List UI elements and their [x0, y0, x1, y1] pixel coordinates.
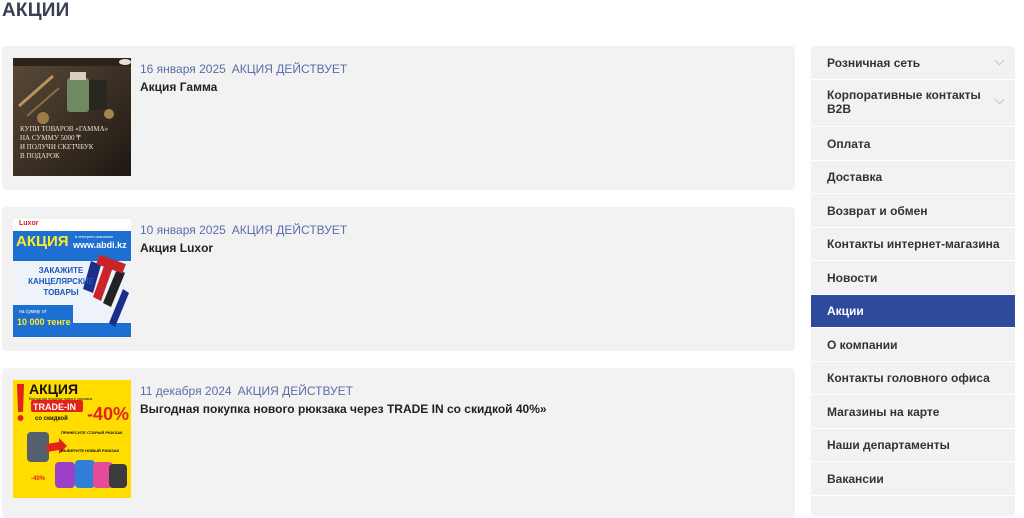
sidebar-item-label: Наши департаменты: [827, 438, 950, 452]
sidebar-item-departments[interactable]: Наши департаменты: [811, 429, 1015, 462]
luxor-site: www.abdi.kz: [73, 240, 127, 250]
backpack-badge: АКЦИЯ: [29, 381, 79, 397]
sidebar-item-delivery[interactable]: Доставка: [811, 161, 1015, 194]
backpack-discount: -40%: [87, 404, 130, 424]
sidebar-item-label: О компании: [827, 338, 898, 352]
news-item: АКЦИЯ Выгодная покупка нового рюкзака TR…: [2, 368, 795, 518]
news-date: 10 января 2025: [140, 223, 226, 237]
news-status: АКЦИЯ ДЕЙСТВУЕТ: [231, 223, 348, 237]
sidebar-item-label: Возврат и обмен: [827, 204, 928, 218]
sidebar-item-head-office[interactable]: Контакты головного офиса: [811, 362, 1015, 395]
sidebar-item-label: Оплата: [827, 137, 871, 151]
sidebar-item-vacancies[interactable]: Вакансии: [811, 462, 1015, 496]
gamma-image-line: НА СУММУ 5000 ₸: [20, 134, 81, 142]
news-status: АКЦИЯ ДЕЙСТВУЕТ: [231, 62, 348, 76]
luxor-cta-line: ТОВАРЫ: [43, 288, 79, 297]
sidebar-item-returns[interactable]: Возврат и обмен: [811, 194, 1015, 228]
news-title[interactable]: Выгодная покупка нового рюкзака через TR…: [140, 402, 547, 416]
news-meta: 11 декабря 2024 АКЦИЯ ДЕЙСТВУЕТ: [140, 384, 353, 398]
sidebar-item-label: Вакансии: [827, 472, 884, 486]
sidebar-item-label: Корпоративные контакты B2B: [827, 88, 981, 116]
gamma-image-line: КУПИ ТОВАРОВ «ГАММА»: [20, 125, 109, 133]
luxor-sum: 10 000 тенге: [17, 317, 71, 327]
news-thumbnail-luxor[interactable]: Luxor АКЦИЯ в интернет-магазине www.abdi…: [13, 219, 131, 337]
backpack-subtitle: Выгодная покупка нового рюкзака: [29, 396, 93, 401]
sidebar-item-promotions[interactable]: Акции: [811, 295, 1015, 328]
news-item: Luxor АКЦИЯ в интернет-магазине www.abdi…: [2, 207, 795, 351]
gamma-image-line: В ПОДАРОК: [20, 152, 60, 160]
chevron-down-icon[interactable]: [994, 55, 1005, 66]
sidebar-item-about[interactable]: О компании: [811, 328, 1015, 362]
chevron-down-icon[interactable]: [994, 94, 1005, 105]
news-title[interactable]: Акция Luxor: [140, 241, 213, 255]
sidebar-item-payment[interactable]: Оплата: [811, 127, 1015, 161]
luxor-site-note: в интернет-магазине: [75, 234, 114, 239]
sidebar-item-label: Доставка: [827, 170, 883, 184]
backpack-with-discount: со скидкой: [35, 416, 68, 422]
backpack-step1: ПРИНЕСИТЕ СТАРЫЙ РЮКЗАК: [61, 430, 123, 435]
backpack-trade-in: TRADE-IN: [33, 402, 76, 412]
luxor-sum-note: на сумму от: [19, 309, 47, 315]
news-title[interactable]: Акция Гамма: [140, 80, 217, 94]
sidebar-item-label: Акции: [827, 304, 864, 318]
sidebar-item-label: Контакты интернет-магазина: [827, 237, 1000, 251]
sidebar-item-stores-map[interactable]: Магазины на карте: [811, 395, 1015, 429]
backpack-step2: ВЫБЕРИТЕ НОВЫЙ РЮКЗАК: [61, 448, 120, 453]
news-meta: 16 января 2025 АКЦИЯ ДЕЙСТВУЕТ: [140, 62, 347, 76]
luxor-badge: АКЦИЯ: [16, 233, 69, 250]
sidebar-item-label: Контакты головного офиса: [827, 371, 990, 385]
gamma-image-line: И ПОЛУЧИ СКЕТЧБУК: [20, 143, 94, 151]
sidebar-item-news[interactable]: Новости: [811, 261, 1015, 295]
backpack-small-discount: -40%: [31, 476, 46, 482]
news-meta: 10 января 2025 АКЦИЯ ДЕЙСТВУЕТ: [140, 223, 347, 237]
sidebar-menu: Розничная сеть Корпоративные контакты B2…: [811, 46, 1015, 516]
sidebar-item-label: Магазины на карте: [827, 405, 940, 419]
luxor-cta-line: КАНЦЕЛЯРСКИЕ: [28, 277, 94, 286]
page-title: АКЦИИ: [2, 0, 70, 21]
news-date: 16 января 2025: [140, 62, 226, 76]
news-date: 11 декабря 2024: [140, 384, 232, 398]
luxor-cta-line: ЗАКАЖИТЕ: [38, 266, 84, 275]
news-item: КУПИ ТОВАРОВ «ГАММА» НА СУММУ 5000 ₸ И П…: [2, 46, 795, 190]
sidebar-item-retail[interactable]: Розничная сеть: [811, 46, 1015, 80]
sidebar-item-label: Новости: [827, 271, 878, 285]
sidebar-item-shop-contacts[interactable]: Контакты интернет-магазина: [811, 228, 1015, 261]
luxor-brand-label: Luxor: [19, 220, 39, 227]
news-thumbnail-backpack[interactable]: АКЦИЯ Выгодная покупка нового рюкзака TR…: [13, 380, 131, 498]
sidebar-item-label: Розничная сеть: [827, 56, 921, 70]
news-status: АКЦИЯ ДЕЙСТВУЕТ: [237, 384, 354, 398]
sidebar-item-b2b[interactable]: Корпоративные контакты B2B: [811, 80, 1015, 127]
news-thumbnail-gamma[interactable]: КУПИ ТОВАРОВ «ГАММА» НА СУММУ 5000 ₸ И П…: [13, 58, 131, 176]
